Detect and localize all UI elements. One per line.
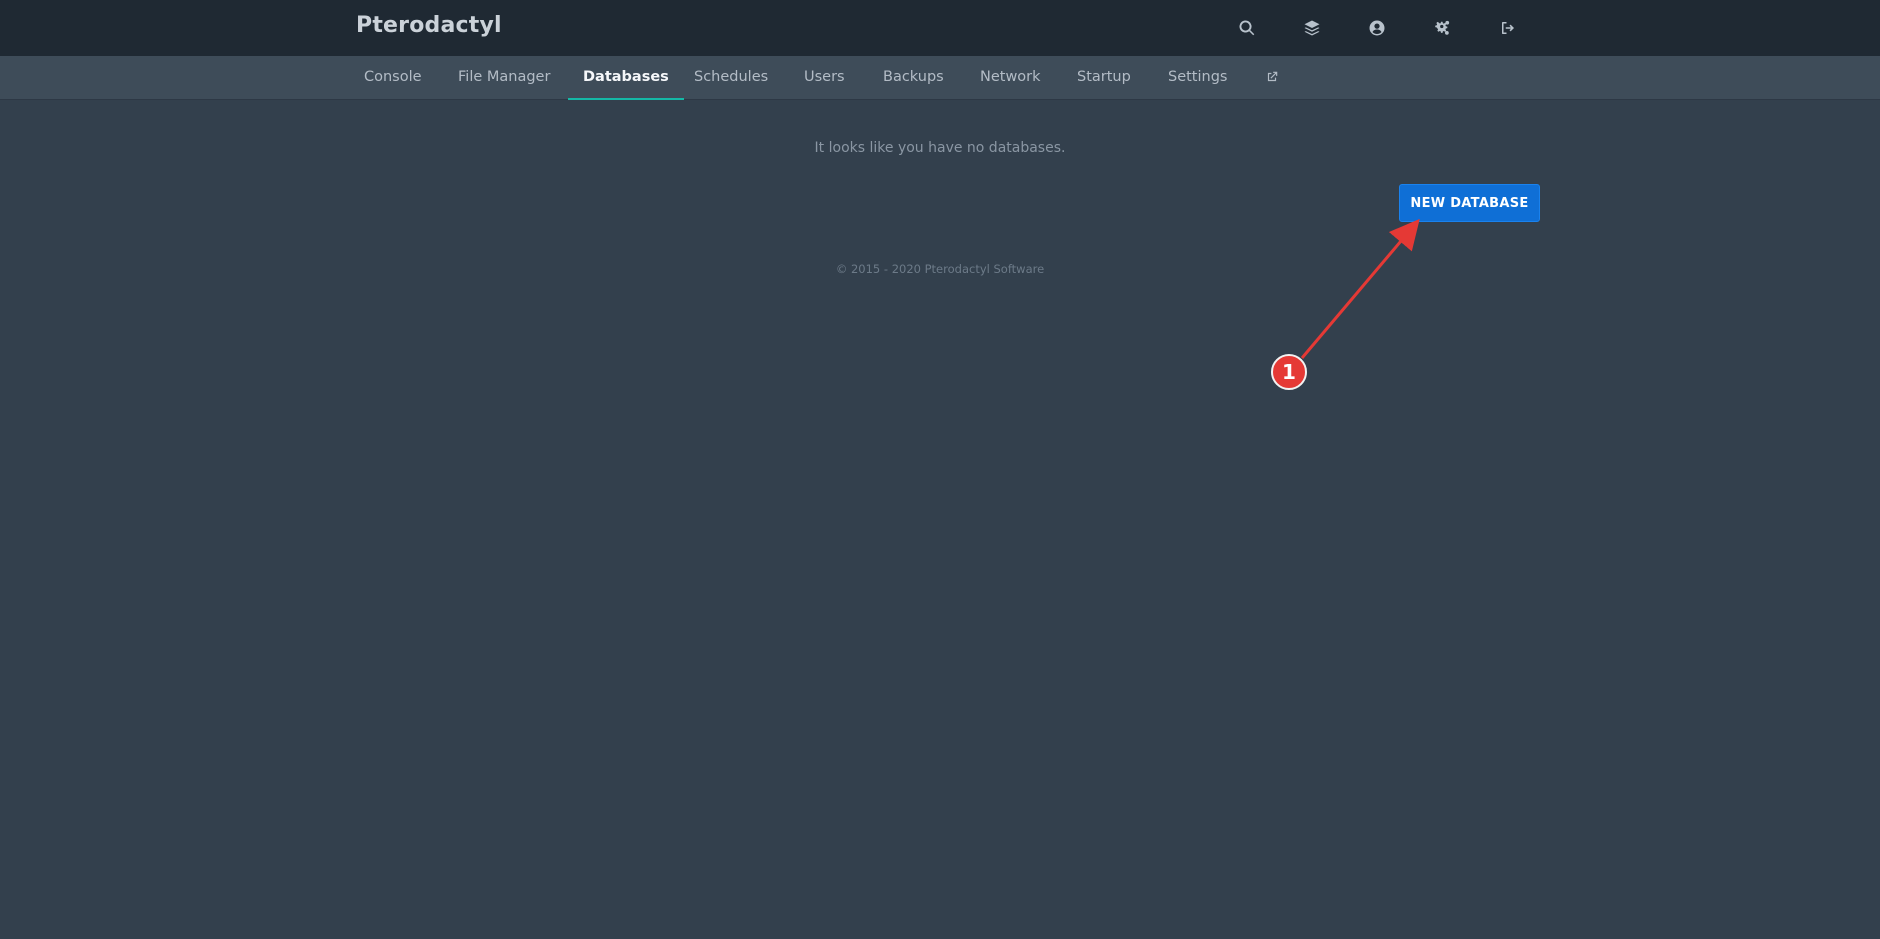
tab-schedules[interactable]: Schedules xyxy=(694,56,768,100)
server-subnav: Console File Manager Databases Schedules… xyxy=(0,56,1880,100)
annotation-marker: 1 xyxy=(1271,354,1307,390)
tab-users[interactable]: Users xyxy=(804,56,845,100)
user-circle-icon[interactable] xyxy=(1366,17,1388,39)
tab-network[interactable]: Network xyxy=(980,56,1041,100)
external-link-icon[interactable] xyxy=(1265,56,1279,100)
tab-settings[interactable]: Settings xyxy=(1168,56,1227,100)
footer-copyright: © 2015 - 2020 Pterodactyl Software xyxy=(835,262,1045,276)
empty-databases-message: It looks like you have no databases. xyxy=(814,140,1066,156)
tab-startup[interactable]: Startup xyxy=(1077,56,1131,100)
new-database-button[interactable]: NEW DATABASE xyxy=(1399,184,1540,222)
tab-databases[interactable]: Databases xyxy=(568,56,684,100)
top-header: Pterodactyl xyxy=(0,0,1880,56)
sign-out-icon[interactable] xyxy=(1497,17,1519,39)
tab-console[interactable]: Console xyxy=(364,56,422,100)
brand-title[interactable]: Pterodactyl xyxy=(356,13,502,38)
layers-icon[interactable] xyxy=(1301,17,1323,39)
tab-backups[interactable]: Backups xyxy=(883,56,944,100)
tab-file-manager[interactable]: File Manager xyxy=(458,56,550,100)
cogs-icon[interactable] xyxy=(1431,17,1453,39)
search-icon[interactable] xyxy=(1236,17,1258,39)
